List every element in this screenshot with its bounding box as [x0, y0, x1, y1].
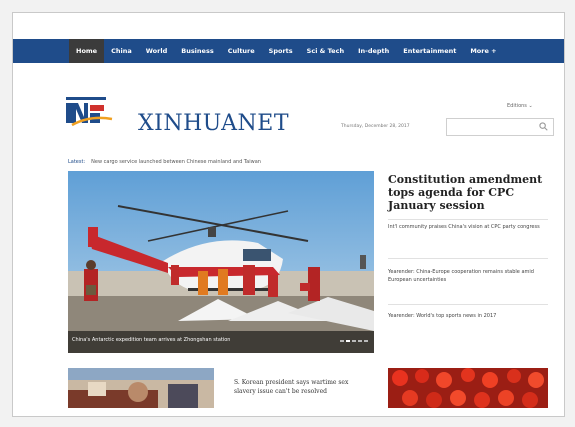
latest-headline[interactable]: New cargo service launched between Chine…: [91, 159, 261, 165]
xinhua-news-logo[interactable]: [66, 97, 114, 129]
nav-item-culture[interactable]: Culture: [221, 39, 262, 63]
slide-dot[interactable]: [358, 340, 362, 342]
current-date: Thursday, December 28, 2017: [341, 124, 410, 129]
related-link[interactable]: Yearender: China-Europe cooperation rema…: [388, 268, 548, 284]
nav-item-sports[interactable]: Sports: [262, 39, 300, 63]
nav-item-in-depth[interactable]: In-depth: [351, 39, 396, 63]
nav-item-china[interactable]: China: [104, 39, 139, 63]
editions-dropdown[interactable]: Editions ⌄: [507, 103, 533, 109]
search-input[interactable]: [446, 118, 554, 136]
nav-item-home[interactable]: Home: [69, 39, 105, 63]
site-title[interactable]: XINHUANET: [138, 111, 289, 136]
main-nav: Home China World Business Culture Sports…: [13, 39, 564, 63]
bottom-thumbnail-right[interactable]: [388, 368, 548, 408]
search-icon[interactable]: [539, 122, 548, 131]
slide-dot[interactable]: [364, 340, 368, 342]
bottom-photo-tomatoes: [388, 368, 548, 408]
bottom-thumbnail-left[interactable]: [68, 368, 214, 408]
divider: [388, 219, 548, 220]
latest-label: Latest:: [68, 159, 86, 165]
top-story-headline[interactable]: Constitution amendment tops agenda for C…: [388, 173, 548, 212]
nav-item-world[interactable]: World: [139, 39, 175, 63]
browser-page: Home China World Business Culture Sports…: [12, 12, 565, 417]
nav-item-more[interactable]: More +: [463, 39, 503, 63]
nav-item-business[interactable]: Business: [174, 39, 220, 63]
slideshow-pager[interactable]: [340, 340, 368, 342]
nav-item-sci-tech[interactable]: Sci & Tech: [300, 39, 351, 63]
latest-ticker[interactable]: Latest: New cargo service launched betwee…: [68, 159, 261, 165]
hero-caption-bar: China's Antarctic expedition team arrive…: [68, 331, 374, 353]
related-link[interactable]: Yearender: World's top sports news in 20…: [388, 312, 548, 320]
hero-caption[interactable]: China's Antarctic expedition team arrive…: [72, 337, 230, 343]
divider: [388, 304, 548, 305]
slide-dot[interactable]: [340, 340, 344, 342]
bottom-photo-people: [68, 368, 214, 408]
hero-slideshow[interactable]: China's Antarctic expedition team arrive…: [68, 171, 374, 353]
related-link[interactable]: Int'l community praises China's vision a…: [388, 223, 548, 231]
nav-item-entertainment[interactable]: Entertainment: [396, 39, 463, 63]
slide-dot[interactable]: [352, 340, 356, 342]
bottom-story-link[interactable]: S. Korean president says wartime sex sla…: [234, 378, 364, 396]
slide-dot-active[interactable]: [346, 340, 350, 342]
hero-photo-helicopter: [68, 171, 374, 353]
divider: [388, 258, 548, 259]
